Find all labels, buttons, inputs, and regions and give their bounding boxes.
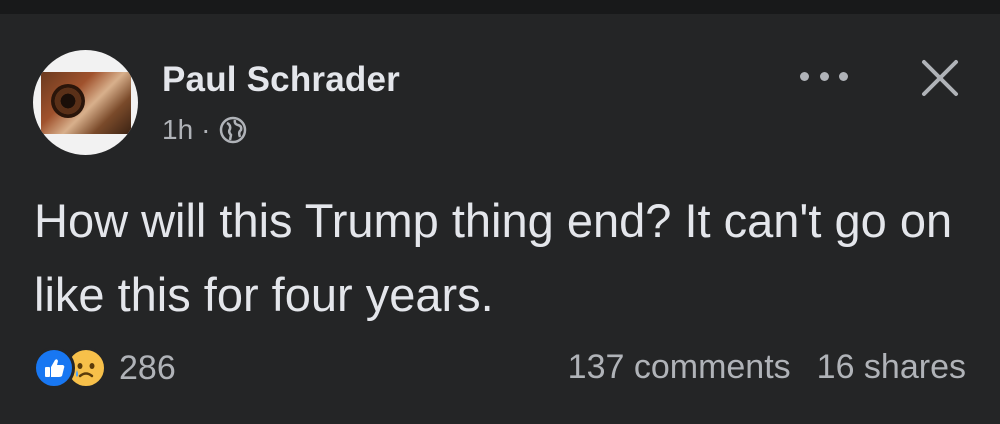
film-reel-image (51, 84, 85, 118)
more-dot (839, 71, 848, 81)
post-time[interactable]: 1h (162, 114, 193, 146)
more-dot (819, 71, 829, 81)
author-name[interactable]: Paul Schrader (162, 60, 400, 100)
close-icon[interactable] (916, 54, 964, 102)
like-reaction-icon (33, 347, 75, 389)
more-options-icon[interactable] (800, 62, 848, 90)
post-text: How will this Trump thing end? It can't … (34, 194, 953, 321)
reaction-count: 286 (119, 348, 176, 387)
reaction-summary[interactable]: 286 (33, 347, 176, 389)
globe-icon (218, 115, 248, 145)
top-bar (0, 0, 1000, 14)
post-meta: 1h · (162, 114, 248, 146)
comments-count-link[interactable]: 137 comments (568, 348, 791, 387)
avatar[interactable] (33, 50, 138, 155)
meta-separator: · (201, 114, 211, 145)
shares-count-link[interactable]: 16 shares (817, 348, 966, 387)
engagement-summary: 137 comments 16 shares (568, 348, 966, 387)
more-dot (800, 71, 809, 81)
